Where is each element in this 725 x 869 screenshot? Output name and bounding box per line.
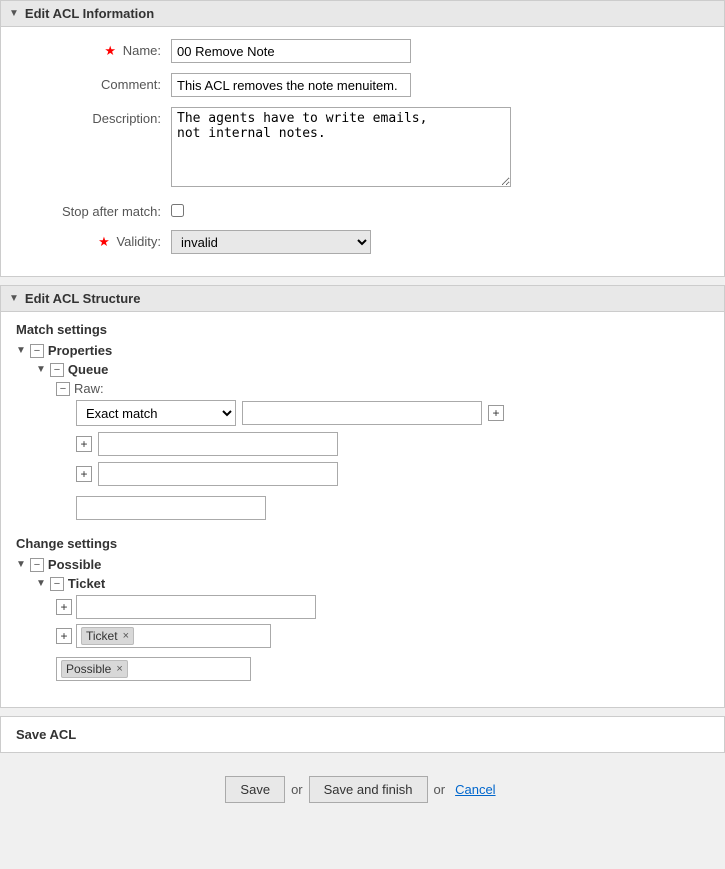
ticket-collapse-arrow: ▼ bbox=[36, 578, 46, 589]
section-toggle-icon: ▼ bbox=[9, 8, 19, 19]
possible-tag-label: Possible bbox=[66, 662, 111, 676]
edit-acl-structure-header[interactable]: ▼ Edit ACL Structure bbox=[1, 286, 724, 312]
stop-after-match-checkbox[interactable] bbox=[171, 204, 184, 217]
possible-tree-item: ▼ − Possible bbox=[16, 557, 709, 572]
extra-input-row-1: + bbox=[76, 432, 709, 456]
queue-toggle[interactable]: − bbox=[50, 363, 64, 377]
stop-after-match-control bbox=[171, 200, 714, 220]
bottom-input-container bbox=[76, 492, 709, 520]
raw-tree-item: − Raw: bbox=[56, 381, 709, 396]
or-text-1: or bbox=[291, 782, 303, 797]
ticket-tag-input-container: Ticket × bbox=[76, 624, 271, 648]
bottom-input[interactable] bbox=[76, 496, 266, 520]
name-control bbox=[171, 39, 714, 63]
properties-toggle[interactable]: − bbox=[30, 344, 44, 358]
properties-tree-item: ▼ − Properties bbox=[16, 343, 709, 358]
description-input[interactable]: The agents have to write emails, not int… bbox=[171, 107, 511, 187]
or-text-2: or bbox=[434, 782, 446, 797]
description-row: Description: The agents have to write em… bbox=[1, 107, 724, 190]
ticket-empty-input[interactable] bbox=[76, 595, 316, 619]
raw-tree-children: − Raw: Exact match Regex Inverse match bbox=[56, 381, 709, 520]
save-acl-title: Save ACL bbox=[16, 727, 76, 742]
ticket-input-container: + + Ticket × bbox=[56, 595, 709, 681]
exact-match-row-container: Exact match Regex Inverse match + + bbox=[76, 400, 709, 520]
validity-row: ★ Validity: invalid valid invalid-tempor… bbox=[1, 230, 724, 254]
ticket-tag: Ticket × bbox=[81, 627, 134, 645]
validity-label: ★ Validity: bbox=[11, 230, 171, 250]
match-value-input[interactable] bbox=[242, 401, 482, 425]
edit-acl-structure-title: Edit ACL Structure bbox=[25, 291, 141, 306]
extra-input-row-2: + bbox=[76, 462, 709, 486]
raw-toggle[interactable]: − bbox=[56, 382, 70, 396]
possible-tag-container: Possible × bbox=[56, 657, 251, 681]
stop-after-match-row: Stop after match: bbox=[1, 200, 724, 220]
ticket-add-button-empty[interactable]: + bbox=[56, 599, 72, 615]
ticket-add-row-empty: + bbox=[56, 595, 709, 619]
cancel-button[interactable]: Cancel bbox=[451, 777, 499, 802]
ticket-tag-row: + Ticket × bbox=[56, 624, 709, 648]
match-settings-title: Match settings bbox=[16, 322, 709, 337]
description-control: The agents have to write emails, not int… bbox=[171, 107, 714, 190]
stop-after-match-label: Stop after match: bbox=[11, 200, 171, 219]
comment-control bbox=[171, 73, 714, 97]
edit-acl-info-section: ▼ Edit ACL Information ★ Name: Comment: bbox=[0, 0, 725, 277]
extra-add-button-2[interactable]: + bbox=[76, 466, 92, 482]
extra-add-button-1[interactable]: + bbox=[76, 436, 92, 452]
change-settings-title: Change settings bbox=[16, 536, 709, 551]
extra-input-2[interactable] bbox=[98, 462, 338, 486]
edit-acl-info-title: Edit ACL Information bbox=[25, 6, 154, 21]
match-type-select[interactable]: Exact match Regex Inverse match bbox=[76, 400, 236, 426]
save-button[interactable]: Save bbox=[225, 776, 285, 803]
name-input[interactable] bbox=[171, 39, 411, 63]
match-settings-section: Match settings ▼ − Properties ▼ − Queue … bbox=[16, 322, 709, 520]
possible-tag-close[interactable]: × bbox=[116, 663, 122, 675]
edit-acl-info-body: ★ Name: Comment: Description: The agents… bbox=[1, 27, 724, 276]
properties-label: Properties bbox=[48, 343, 112, 358]
match-row: Exact match Regex Inverse match + bbox=[76, 400, 709, 426]
comment-row: Comment: bbox=[1, 73, 724, 97]
validity-control: invalid valid invalid-temporarily bbox=[171, 230, 714, 254]
queue-tree-children: ▼ − Queue − Raw: Exact match bbox=[36, 362, 709, 520]
queue-tree-item: ▼ − Queue bbox=[36, 362, 709, 377]
validity-required-star: ★ bbox=[98, 234, 110, 249]
ticket-tree-children: ▼ − Ticket + + bbox=[36, 576, 709, 681]
possible-tag-row: Possible × bbox=[56, 653, 709, 681]
save-acl-section: Save ACL bbox=[0, 716, 725, 753]
queue-collapse-arrow: ▼ bbox=[36, 364, 46, 375]
possible-tag: Possible × bbox=[61, 660, 128, 678]
ticket-tree-item: ▼ − Ticket bbox=[36, 576, 709, 591]
possible-label: Possible bbox=[48, 557, 101, 572]
name-row: ★ Name: bbox=[1, 39, 724, 63]
ticket-tag-close[interactable]: × bbox=[123, 630, 129, 642]
possible-collapse-arrow: ▼ bbox=[16, 559, 26, 570]
structure-body: Match settings ▼ − Properties ▼ − Queue … bbox=[1, 312, 724, 707]
save-and-finish-button[interactable]: Save and finish bbox=[309, 776, 428, 803]
structure-section-toggle-icon: ▼ bbox=[9, 293, 19, 304]
change-settings-section: Change settings ▼ − Possible ▼ − Ticket bbox=[16, 536, 709, 681]
description-label: Description: bbox=[11, 107, 171, 126]
queue-label: Queue bbox=[68, 362, 108, 377]
edit-acl-structure-section: ▼ Edit ACL Structure Match settings ▼ − … bbox=[0, 285, 725, 708]
properties-collapse-arrow: ▼ bbox=[16, 345, 26, 356]
name-required-star: ★ bbox=[104, 43, 116, 58]
ticket-add-button-tag[interactable]: + bbox=[56, 628, 72, 644]
comment-label: Comment: bbox=[11, 73, 171, 92]
ticket-label: Ticket bbox=[68, 576, 105, 591]
footer-buttons: Save or Save and finish or Cancel bbox=[0, 761, 725, 818]
name-label: ★ Name: bbox=[11, 39, 171, 59]
match-add-button[interactable]: + bbox=[488, 405, 504, 421]
validity-select[interactable]: invalid valid invalid-temporarily bbox=[171, 230, 371, 254]
extra-input-1[interactable] bbox=[98, 432, 338, 456]
ticket-toggle[interactable]: − bbox=[50, 577, 64, 591]
raw-label: Raw: bbox=[74, 381, 104, 396]
comment-input[interactable] bbox=[171, 73, 411, 97]
possible-toggle[interactable]: − bbox=[30, 558, 44, 572]
edit-acl-info-header[interactable]: ▼ Edit ACL Information bbox=[1, 1, 724, 27]
ticket-tag-label: Ticket bbox=[86, 629, 118, 643]
